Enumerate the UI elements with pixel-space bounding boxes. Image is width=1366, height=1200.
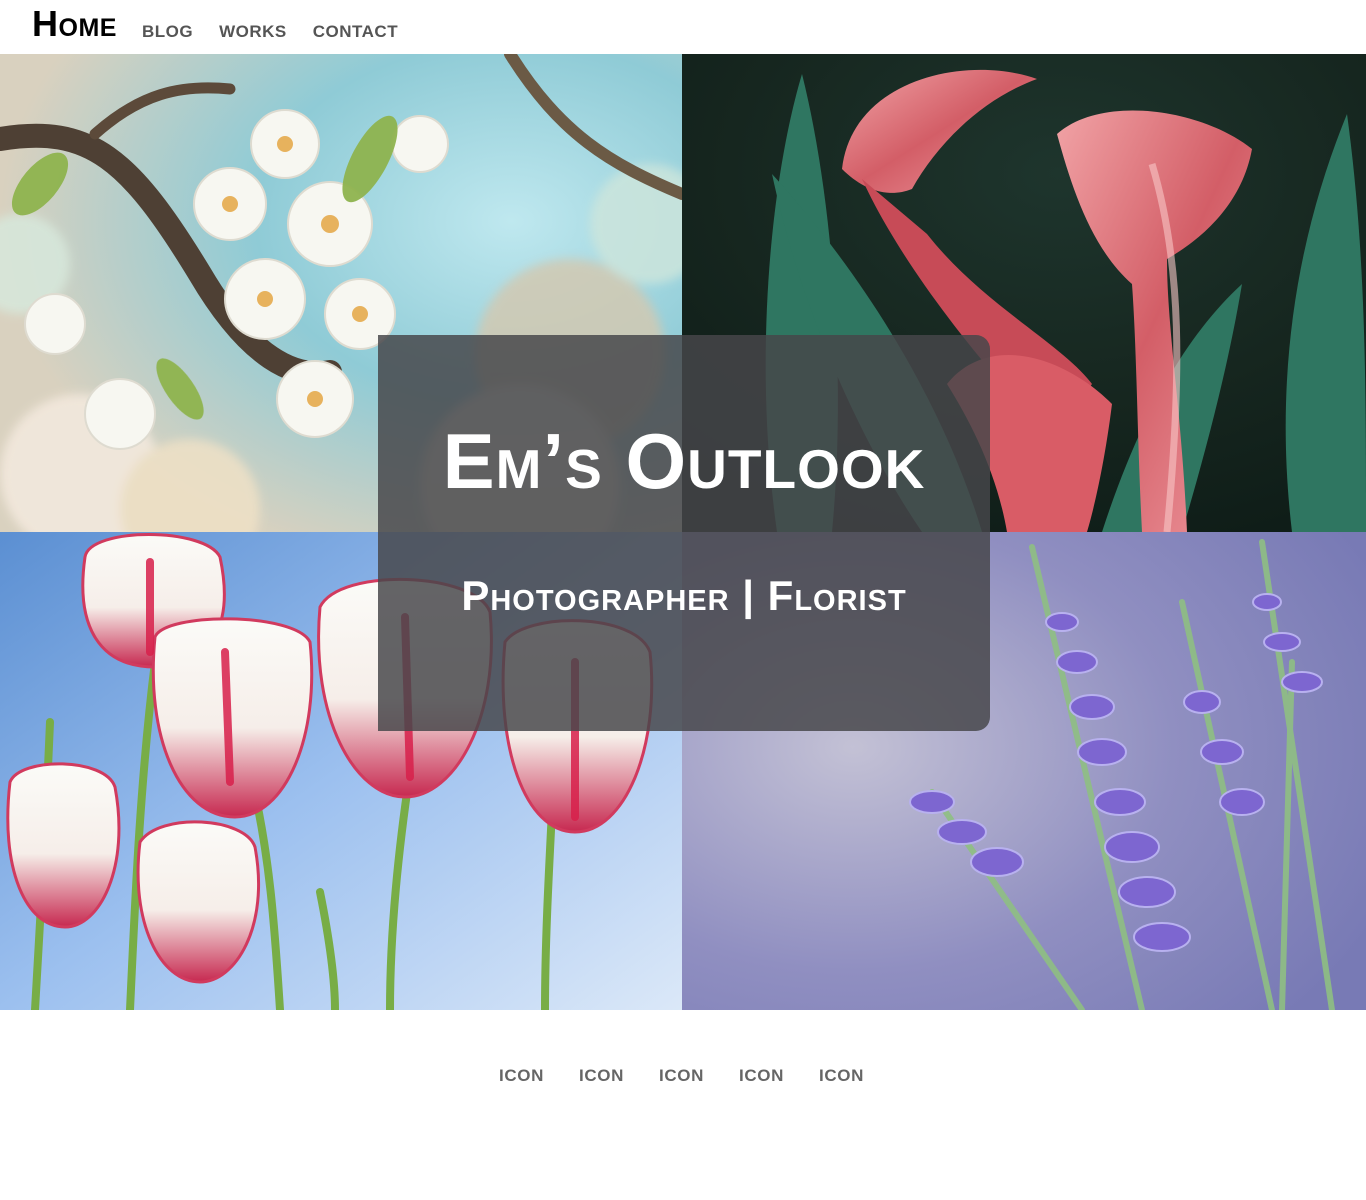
social-icon-placeholder-5[interactable]: ICON bbox=[818, 1066, 865, 1086]
site-title: Em’s Outlook bbox=[442, 417, 926, 505]
top-navigation: Home BLOG WORKS CONTACT bbox=[0, 0, 1366, 54]
social-icon-placeholder-3[interactable]: ICON bbox=[658, 1066, 705, 1086]
social-icon-placeholder-4[interactable]: ICON bbox=[738, 1066, 785, 1086]
site-subtitle: Photographer | Florist bbox=[461, 572, 907, 619]
footer-icon-links: ICON ICON ICON ICON ICON bbox=[0, 1066, 1366, 1086]
nav-blog-link[interactable]: BLOG bbox=[142, 23, 193, 42]
hero-title-panel: Em’s Outlook Photographer | Florist bbox=[378, 335, 990, 731]
nav-works-link[interactable]: WORKS bbox=[219, 23, 287, 42]
nav-home-link[interactable]: Home bbox=[32, 6, 117, 42]
social-icon-placeholder-1[interactable]: ICON bbox=[498, 1066, 545, 1086]
nav-contact-link[interactable]: CONTACT bbox=[313, 23, 398, 42]
social-icon-placeholder-2[interactable]: ICON bbox=[578, 1066, 625, 1086]
